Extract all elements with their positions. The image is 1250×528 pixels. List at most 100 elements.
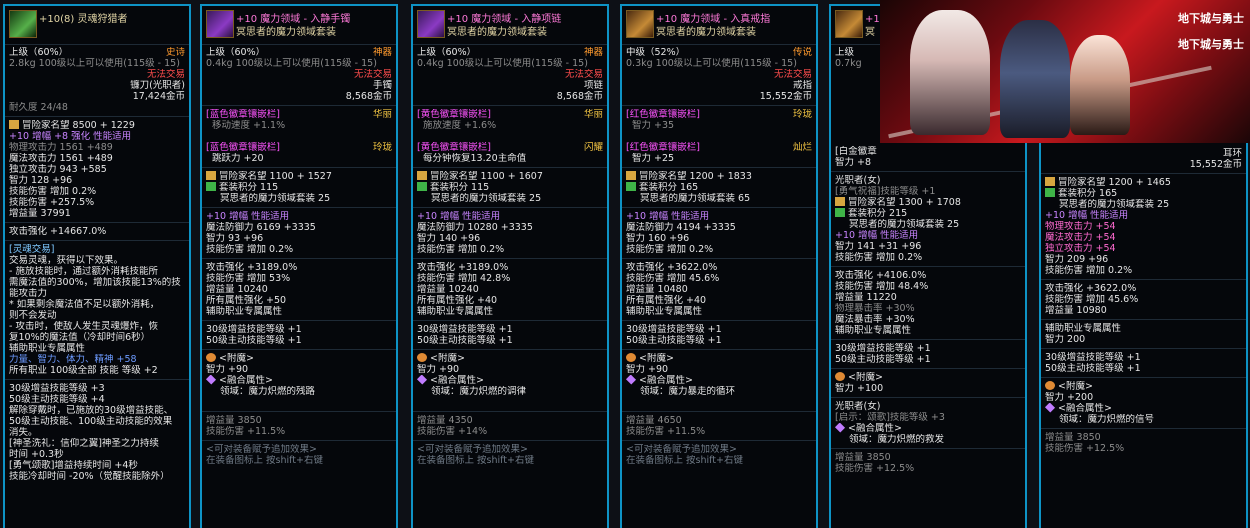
slot2-row: [红色徽章镶嵌栏] 灿烂 (626, 142, 812, 153)
type-row: 戒指 (622, 80, 816, 91)
skill-line: [神圣洗礼：信仰之翼]神圣之力持续 (9, 438, 159, 449)
item-price: 15,552金币 (759, 91, 812, 102)
stat-line: 技能伤害 增加 53% (206, 273, 291, 284)
slot-grade: 玲珑 (792, 109, 812, 120)
stat-line: 独立攻击力 943 +585 (9, 164, 107, 175)
item-enhance: +10(8) 灵魂狩猎者 (39, 14, 128, 25)
stat-line: 物理攻击力 1561 +489 (9, 142, 113, 153)
fusion-icon (1044, 403, 1056, 413)
divider (622, 320, 816, 321)
stat-line: 技能伤害 增加 0.2% (206, 244, 294, 255)
price-row: 8,568金币 (413, 91, 607, 102)
weight-level-row: 0.4kg 100级以上可以使用(115级 - 15) (417, 58, 588, 69)
job-skill: [勇气祝福]技能等级 +1 (835, 186, 936, 197)
divider (5, 116, 189, 117)
amp-row: +10 增幅 性能适用 (1045, 210, 1129, 221)
stat-line: 增益量 11220 (835, 292, 897, 303)
fusion-name: 领域：魔力炽燃的救发 (849, 434, 945, 445)
character-art (910, 10, 990, 135)
item-type: 项链 (583, 80, 603, 91)
set-icon (626, 182, 636, 191)
add-effect-title: <可对装备赋予追加效果> (206, 444, 317, 455)
slot-title: [白金徽章 (835, 146, 877, 157)
slot-stat: 跳跃力 +20 (212, 153, 264, 164)
tooltip-header: +10 魔力领域 - 入静项链 冥思者的魔力领域套装 (413, 6, 607, 45)
fame-row: 冒险家名望 1100 + 1607 (413, 171, 607, 182)
stat-line: 所有属性强化 +40 (417, 295, 498, 306)
item-type: 耳环 (1222, 148, 1242, 159)
stat-line: 攻击强化 +3622.0% (626, 262, 718, 273)
character-art (1070, 35, 1130, 135)
trade-status: 无法交易 (146, 69, 185, 80)
effect-line: - 攻击时，使敌人发生灵魂爆炸，恢 (9, 321, 158, 332)
set-name: 冥思者的魔力领域套装 25 (220, 193, 331, 204)
weight-level-row: 0.4kg 100级以上可以使用(115级 - 15) (206, 58, 377, 69)
tooltip-header: +10 魔力领域 - 入静手镯 冥思者的魔力领域套装 (202, 6, 396, 45)
divider (202, 207, 396, 208)
item-tooltip-bracelet: +10 魔力领域 - 入静手镯 冥思者的魔力领域套装 上级（60%） 神器 0.4… (200, 4, 398, 528)
stat-line: 魔法攻击力 +54 (1045, 232, 1116, 243)
divider (202, 440, 396, 441)
slot-grade: 华丽 (372, 109, 392, 120)
stat-line: 魔法暴击率 +30% (835, 314, 915, 325)
attack-boost: 攻击强化 +14667.0% (9, 226, 107, 237)
stat-line: 智力 141 +31 +96 (835, 241, 922, 252)
fusion-icon (205, 375, 217, 385)
divider (5, 240, 189, 241)
skill-damage-line: 技能伤害 +14% (417, 426, 488, 437)
divider (831, 368, 1025, 369)
item-price: 15,552金币 (1189, 159, 1242, 170)
game-banner-image: 地下城与勇士 地下城与勇士 (880, 0, 1250, 143)
set-icon (417, 182, 427, 191)
divider (202, 258, 396, 259)
slot1-row: [黄色徽章镶嵌栏] 华丽 (417, 109, 603, 120)
type-row: 项链 (413, 80, 607, 91)
support-title: 辅助职业专属属性 (417, 306, 494, 317)
fusion-row: <融合属性> (202, 375, 396, 386)
divider (413, 258, 607, 259)
stat-line: 技能伤害 增加 45.6% (1045, 294, 1139, 305)
stat-line: 魔法防御力 10280 +3335 (417, 222, 533, 233)
item-icon (835, 10, 863, 38)
stat-line: 智力 160 +96 (626, 233, 690, 244)
fusion-icon (416, 375, 428, 385)
fame-icon (417, 171, 427, 180)
skill-damage-line: 技能伤害 +12.5% (1045, 443, 1125, 454)
enchant-row: <附魔> (413, 353, 607, 364)
skill-damage-line: 技能伤害 +11.5% (206, 426, 286, 437)
buff-line: 增益量 4650 (626, 415, 682, 426)
amp-row: +10 增幅 性能适用 (206, 211, 290, 222)
slot-grade: 闪耀 (583, 142, 603, 153)
buff-line: 增益量 3850 (835, 452, 891, 463)
slot-grade: 华丽 (583, 109, 603, 120)
skill-line: 30级增益技能等级 +1 (835, 343, 931, 354)
enchant-icon (835, 372, 845, 381)
set-icon (835, 208, 845, 217)
skill-line: 30级增益技能等级 +1 (1045, 352, 1141, 363)
slot1-row: [蓝色徽章镶嵌栏] 华丽 (206, 109, 392, 120)
support-skill: 所有职业 100级全部 技能 等级 +2 (9, 365, 158, 376)
item-name: +10 魔力领域 - 入静手镯 (236, 14, 351, 25)
scythe-icon (9, 10, 37, 38)
set-icon (206, 182, 216, 191)
item-rarity: 神器 (583, 47, 603, 58)
item-name: +10 魔力领域 - 入真戒指 (656, 14, 771, 25)
fusion-name: 领域：魔力炽燃的残路 (220, 386, 316, 397)
buff-line: 增益量 4350 (417, 415, 473, 426)
stat-line: 技能伤害 增加 45.6% (626, 273, 720, 284)
item-weight-level: 2.8kg 100级以上可以使用(115级 - 15) (9, 58, 180, 69)
divider (831, 397, 1025, 398)
slot-stat: 移动速度 +1.1% (212, 120, 286, 131)
stat-line: 技能伤害 增加 42.8% (417, 273, 511, 284)
item-tooltip-earring: 耳环 15,552金币 冒险家名望 1200 + 1465 套装积分 165 冥… (1039, 140, 1248, 528)
item-type: 手镯 (372, 80, 392, 91)
stat-line: 增益量 10480 (626, 284, 688, 295)
fame-row: 冒险家名望 1100 + 1527 (202, 171, 396, 182)
skill-line: 30级增益技能等级 +3 (9, 383, 105, 394)
trade-status: 无法交易 (353, 69, 392, 80)
fusion-name: 领域：魔力炽燃的信号 (1059, 414, 1155, 425)
job-label: 光职者(女) (835, 401, 881, 412)
buff-line: 增益量 3850 (206, 415, 262, 426)
